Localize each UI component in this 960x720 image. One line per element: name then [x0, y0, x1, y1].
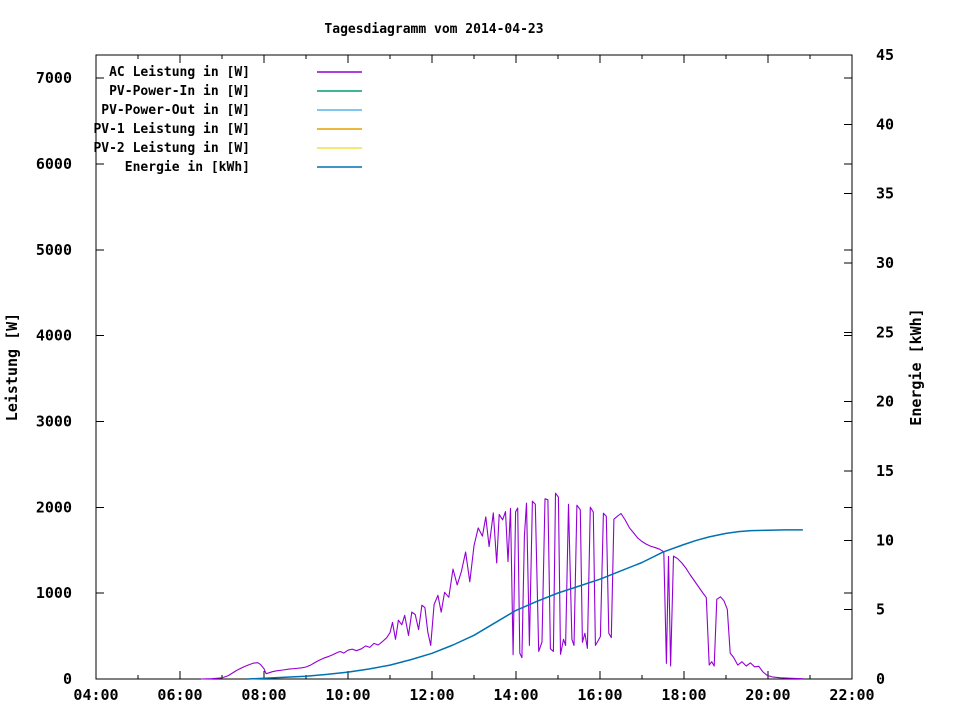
y-tick-label: 2000 — [36, 498, 72, 516]
y-tick-label: 7000 — [36, 69, 72, 87]
legend-label: Energie in [kWh] — [125, 160, 250, 175]
x-tick-label: 04:00 — [73, 686, 118, 704]
y2-tick-label: 40 — [876, 115, 894, 133]
x-tick-label: 08:00 — [241, 686, 286, 704]
y2-tick-label: 15 — [876, 462, 894, 480]
legend-label: PV-Power-In in [W] — [109, 84, 250, 99]
y2-tick-label: 35 — [876, 185, 894, 203]
y-tick-label: 6000 — [36, 155, 72, 173]
y2-tick-label: 30 — [876, 254, 894, 272]
chart-page: Tagesdiagramm vom 2014-04-23 Leistung [W… — [0, 0, 960, 720]
x-tick-label: 14:00 — [493, 686, 538, 704]
x-tick-label: 12:00 — [409, 686, 454, 704]
y2-tick-label: 25 — [876, 323, 894, 341]
y-tick-label: 4000 — [36, 327, 72, 345]
x-tick-label: 18:00 — [661, 686, 706, 704]
x-tick-label: 06:00 — [157, 686, 202, 704]
y2-tick-label: 20 — [876, 393, 894, 411]
y2-tick-label: 0 — [876, 670, 885, 688]
y2-tick-label: 45 — [876, 46, 894, 64]
x-tick-label: 22:00 — [829, 686, 874, 704]
y2-tick-label: 5 — [876, 601, 885, 619]
tagesdiagramm-chart: Tagesdiagramm vom 2014-04-23 Leistung [W… — [0, 0, 960, 720]
y2-tick-label: 10 — [876, 531, 894, 549]
y-tick-label: 5000 — [36, 241, 72, 259]
x-tick-label: 20:00 — [745, 686, 790, 704]
legend-label: PV-2 Leistung in [W] — [93, 141, 250, 156]
y-axis-label: Leistung [W] — [3, 313, 21, 421]
y-tick-label: 3000 — [36, 413, 72, 431]
y-tick-label: 1000 — [36, 584, 72, 602]
chart-title: Tagesdiagramm vom 2014-04-23 — [324, 22, 543, 37]
x-tick-label: 10:00 — [325, 686, 370, 704]
y-tick-label: 0 — [63, 670, 72, 688]
legend-label: PV-Power-Out in [W] — [101, 103, 250, 118]
y2-axis-label: Energie [kWh] — [907, 308, 925, 425]
x-tick-label: 16:00 — [577, 686, 622, 704]
legend-label: AC Leistung in [W] — [109, 65, 250, 80]
legend-label: PV-1 Leistung in [W] — [93, 122, 250, 137]
